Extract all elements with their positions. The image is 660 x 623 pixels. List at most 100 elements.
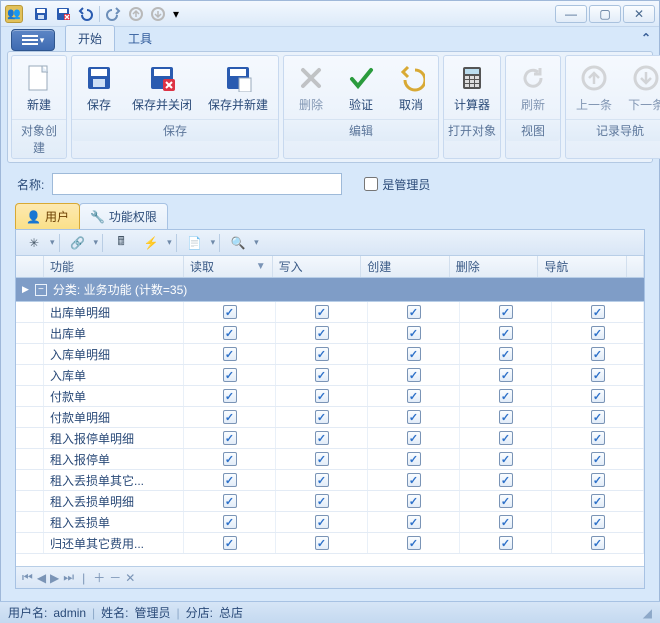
table-row[interactable]: 入库单✓✓✓✓✓ (16, 365, 644, 386)
filter-icon[interactable]: ▼ (256, 261, 266, 272)
qat-save-icon[interactable] (31, 4, 51, 24)
qat-saveclose-icon[interactable] (53, 4, 73, 24)
checkbox-write[interactable]: ✓ (315, 515, 329, 529)
name-input[interactable] (52, 173, 342, 195)
col-write[interactable]: 写入 (273, 256, 362, 277)
checkbox-create[interactable]: ✓ (407, 326, 421, 340)
table-row[interactable]: 租入丢损单明细✓✓✓✓✓ (16, 491, 644, 512)
checkbox-nav[interactable]: ✓ (591, 431, 605, 445)
qat-redo-icon[interactable] (104, 4, 124, 24)
checkbox-delete[interactable]: ✓ (499, 389, 513, 403)
col-read[interactable]: 读取▼ (184, 256, 273, 277)
table-row[interactable]: 租入丢损单其它...✓✓✓✓✓ (16, 470, 644, 491)
col-create[interactable]: 创建 (361, 256, 450, 277)
col-nav[interactable]: 导航 (538, 256, 627, 277)
tb-new-icon[interactable]: ✳ (20, 233, 48, 253)
checkbox-create[interactable]: ✓ (407, 347, 421, 361)
subtab-users[interactable]: 👤用户 (15, 203, 80, 229)
checkbox-write[interactable]: ✓ (315, 410, 329, 424)
checkbox-nav[interactable]: ✓ (591, 515, 605, 529)
checkbox-write[interactable]: ✓ (315, 389, 329, 403)
checkbox-create[interactable]: ✓ (407, 452, 421, 466)
checkbox-create[interactable]: ✓ (407, 305, 421, 319)
ribbon-collapse-icon[interactable]: ⌃ (641, 31, 651, 45)
checkbox-delete[interactable]: ✓ (499, 410, 513, 424)
checkbox-delete[interactable]: ✓ (499, 326, 513, 340)
checkbox-write[interactable]: ✓ (315, 452, 329, 466)
tb-search-icon[interactable]: 🔍 (224, 233, 252, 253)
refresh-button[interactable]: 刷新 (509, 59, 557, 116)
checkbox-create[interactable]: ✓ (407, 389, 421, 403)
checkbox-delete[interactable]: ✓ (499, 494, 513, 508)
nav-next-icon[interactable]: ▶ (50, 571, 59, 585)
table-row[interactable]: 付款单明细✓✓✓✓✓ (16, 407, 644, 428)
table-row[interactable]: 归还单其它费用...✓✓✓✓✓ (16, 533, 644, 554)
checkbox-write[interactable]: ✓ (315, 536, 329, 550)
table-row[interactable]: 租入丢损单✓✓✓✓✓ (16, 512, 644, 533)
checkbox-create[interactable]: ✓ (407, 494, 421, 508)
checkbox-nav[interactable]: ✓ (591, 326, 605, 340)
calculator-button[interactable]: 计算器 (447, 59, 497, 116)
is-admin-checkbox[interactable] (364, 177, 378, 191)
app-menu-button[interactable]: ▾ (11, 29, 55, 51)
qat-dropdown-icon[interactable]: ▾ (170, 4, 182, 24)
tb-export-icon[interactable]: 📄 (181, 233, 209, 253)
nav-prev-icon[interactable]: ◀ (37, 571, 46, 585)
table-row[interactable]: 出库单✓✓✓✓✓ (16, 323, 644, 344)
table-row[interactable]: 租入报停单明细✓✓✓✓✓ (16, 428, 644, 449)
checkbox-nav[interactable]: ✓ (591, 494, 605, 508)
checkbox-read[interactable]: ✓ (223, 515, 237, 529)
tb-action-icon[interactable]: ⚡ (137, 233, 165, 253)
checkbox-read[interactable]: ✓ (223, 326, 237, 340)
tb-link-icon[interactable]: 🔗 (64, 233, 92, 253)
checkbox-nav[interactable]: ✓ (591, 452, 605, 466)
checkbox-read[interactable]: ✓ (223, 347, 237, 361)
checkbox-write[interactable]: ✓ (315, 473, 329, 487)
checkbox-create[interactable]: ✓ (407, 536, 421, 550)
minimize-button[interactable]: — (555, 5, 587, 23)
checkbox-delete[interactable]: ✓ (499, 305, 513, 319)
table-row[interactable]: 出库单明细✓✓✓✓✓ (16, 302, 644, 323)
nav-del-icon[interactable]: ✕ (125, 571, 135, 585)
table-row[interactable]: 付款单✓✓✓✓✓ (16, 386, 644, 407)
qat-prev-icon[interactable] (126, 4, 146, 24)
checkbox-write[interactable]: ✓ (315, 305, 329, 319)
checkbox-create[interactable]: ✓ (407, 473, 421, 487)
delete-button[interactable]: 删除 (287, 59, 335, 116)
checkbox-create[interactable]: ✓ (407, 515, 421, 529)
next-record-button[interactable]: 下一条 (621, 59, 660, 116)
checkbox-nav[interactable]: ✓ (591, 536, 605, 550)
checkbox-delete[interactable]: ✓ (499, 452, 513, 466)
checkbox-delete[interactable]: ✓ (499, 431, 513, 445)
save-new-button[interactable]: 保存并新建 (201, 59, 275, 116)
checkbox-read[interactable]: ✓ (223, 410, 237, 424)
maximize-button[interactable]: ▢ (589, 5, 621, 23)
nav-sub-icon[interactable]: － (109, 569, 121, 586)
collapse-group-icon[interactable]: − (35, 284, 47, 296)
nav-last-icon[interactable]: ⏭ (63, 570, 74, 585)
nav-add-icon[interactable]: ＋ (93, 569, 105, 586)
checkbox-read[interactable]: ✓ (223, 494, 237, 508)
checkbox-read[interactable]: ✓ (223, 431, 237, 445)
tb-calc-icon[interactable]: 🖩 (107, 233, 135, 253)
checkbox-delete[interactable]: ✓ (499, 515, 513, 529)
new-button[interactable]: 新建 (15, 59, 63, 116)
checkbox-read[interactable]: ✓ (223, 305, 237, 319)
col-delete[interactable]: 删除 (450, 256, 539, 277)
checkbox-delete[interactable]: ✓ (499, 473, 513, 487)
checkbox-write[interactable]: ✓ (315, 368, 329, 382)
validate-button[interactable]: 验证 (337, 59, 385, 116)
checkbox-read[interactable]: ✓ (223, 536, 237, 550)
checkbox-create[interactable]: ✓ (407, 410, 421, 424)
save-close-button[interactable]: 保存并关闭 (125, 59, 199, 116)
checkbox-read[interactable]: ✓ (223, 473, 237, 487)
checkbox-nav[interactable]: ✓ (591, 347, 605, 361)
close-window-button[interactable]: ✕ (623, 5, 655, 23)
checkbox-delete[interactable]: ✓ (499, 536, 513, 550)
nav-first-icon[interactable]: ⏮ (22, 570, 33, 585)
qat-next-icon[interactable] (148, 4, 168, 24)
table-row[interactable]: 入库单明细✓✓✓✓✓ (16, 344, 644, 365)
checkbox-create[interactable]: ✓ (407, 368, 421, 382)
checkbox-write[interactable]: ✓ (315, 494, 329, 508)
checkbox-read[interactable]: ✓ (223, 389, 237, 403)
